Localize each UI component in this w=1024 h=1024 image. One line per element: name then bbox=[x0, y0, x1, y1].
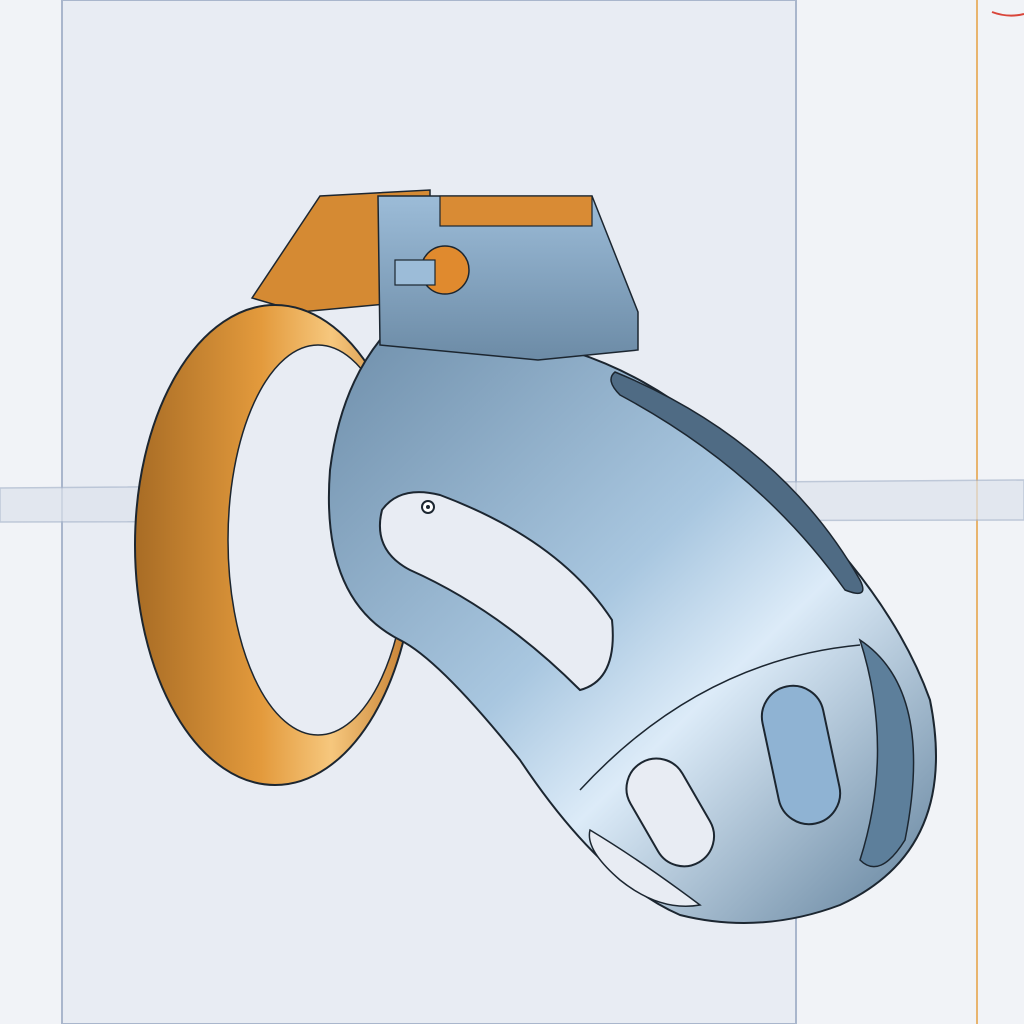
lock-housing-top bbox=[439, 195, 593, 227]
cad-viewport[interactable] bbox=[0, 0, 1024, 1024]
viewport-canvas[interactable] bbox=[0, 0, 1024, 1024]
origin-point-icon[interactable] bbox=[421, 500, 435, 514]
lock-pin bbox=[394, 259, 436, 286]
corner-marker bbox=[991, 11, 1024, 17]
